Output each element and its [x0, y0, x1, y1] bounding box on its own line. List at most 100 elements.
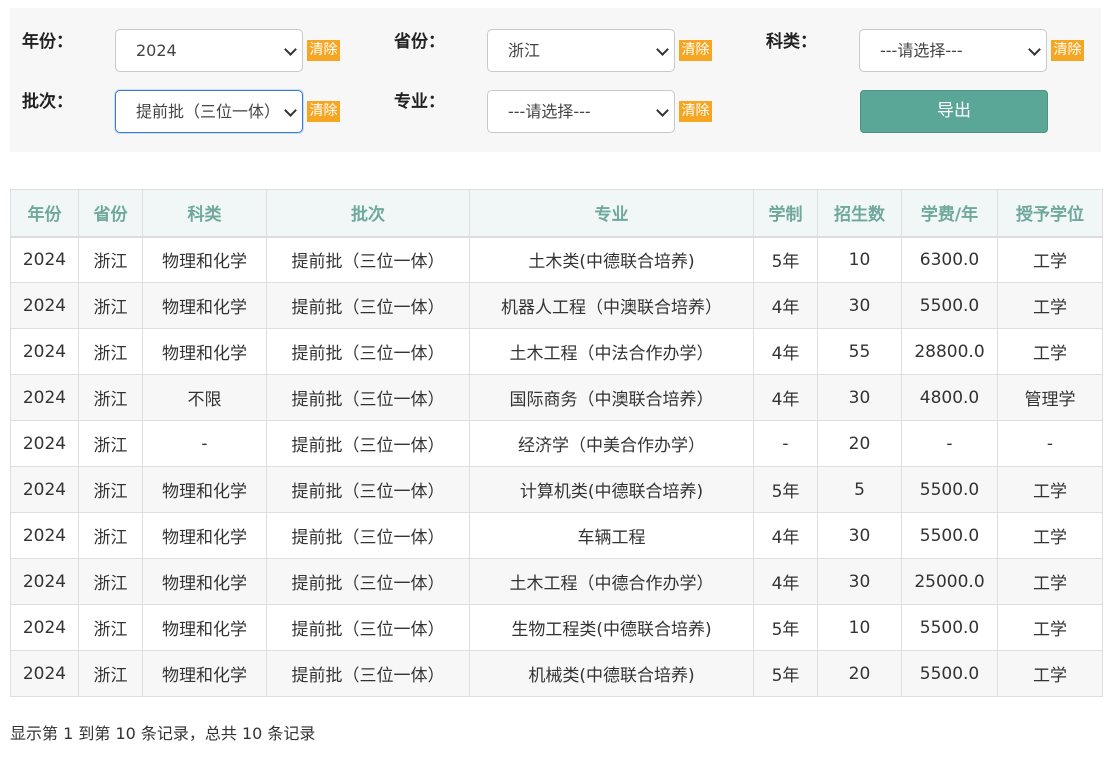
table-cell: 工学	[997, 604, 1103, 651]
table-cell: 5500.0	[901, 512, 998, 559]
table-cell: 提前批（三位一体）	[266, 604, 470, 651]
chevron-down-icon	[284, 43, 297, 56]
major-select-value: ---请选择---	[508, 102, 591, 121]
table-cell: 机械类(中德联合培养)	[469, 650, 754, 697]
table-cell: 土木工程（中德合作办学）	[469, 558, 754, 605]
table-cell: 2024	[10, 650, 79, 697]
major-select[interactable]: ---请选择---	[487, 90, 675, 133]
table-cell: 4年	[753, 558, 818, 605]
subject-select-value: ---请选择---	[880, 41, 963, 60]
major-clear-button[interactable]: 清除	[679, 101, 712, 122]
table-cell: 计算机类(中德联合培养)	[469, 466, 754, 513]
table-cell: 浙江	[78, 420, 143, 467]
table-row: 2024 浙江 物理和化学 提前批（三位一体） 土木工程（中德合作办学） 4年 30 2500…	[10, 558, 1103, 605]
major-label: 专业：	[394, 92, 445, 112]
table-cell: 物理和化学	[142, 236, 267, 283]
table-cell: 工学	[997, 512, 1103, 559]
table-cell: 2024	[10, 512, 79, 559]
table-cell: 物理和化学	[142, 650, 267, 697]
table-row: 2024 浙江 物理和化学 提前批（三位一体） 车辆工程 4年 30 5500.0 工学	[10, 512, 1103, 559]
table-cell: 5500.0	[901, 604, 998, 651]
table-cell: 30	[817, 374, 902, 421]
table-row: 2024 浙江 - 提前批（三位一体） 经济学（中美合作办学） -20- -	[10, 420, 1103, 467]
table-cell: 30	[817, 512, 902, 559]
table-cell: 浙江	[78, 282, 143, 329]
year-label: 年份：	[22, 32, 73, 52]
table-cell: 提前批（三位一体）	[266, 650, 470, 697]
table-cell: 提前批（三位一体）	[266, 466, 470, 513]
table-cell: 工学	[997, 236, 1103, 283]
province-select-value: 浙江	[508, 41, 541, 60]
table-cell: 2024	[10, 466, 79, 513]
table-cell: 30	[817, 282, 902, 329]
column-header-batch[interactable]: 批次	[266, 189, 470, 238]
table-cell: 提前批（三位一体）	[266, 512, 470, 559]
table-cell: 浙江	[78, 650, 143, 697]
table-cell: 物理和化学	[142, 604, 267, 651]
table-cell: 25000.0	[901, 558, 998, 605]
table-cell: 浙江	[78, 466, 143, 513]
table-cell: 5	[817, 466, 902, 513]
province-clear-button[interactable]: 清除	[679, 40, 712, 61]
province-select[interactable]: 浙江	[487, 29, 675, 72]
admission-table: 年份 省份 科类 批次 专业 学制 招生数 学费/年 授予学位 2024 浙江 物理…	[10, 189, 1103, 697]
batch-select-value: 提前批（三位一体）	[136, 102, 281, 121]
year-select[interactable]: 2024	[115, 29, 303, 72]
column-header-enrollment[interactable]: 招生数	[817, 189, 902, 238]
column-header-year[interactable]: 年份	[10, 189, 79, 238]
column-header-province[interactable]: 省份	[78, 189, 143, 238]
table-cell: 物理和化学	[142, 558, 267, 605]
batch-select[interactable]: 提前批（三位一体）	[115, 90, 303, 133]
table-cell: 2024	[10, 420, 79, 467]
column-header-tuition[interactable]: 学费/年	[901, 189, 998, 238]
batch-clear-button[interactable]: 清除	[307, 101, 340, 122]
table-cell: 5500.0	[901, 282, 998, 329]
table-cell: 5500.0	[901, 650, 998, 697]
table-cell: 2024	[10, 328, 79, 375]
column-header-subject[interactable]: 科类	[142, 189, 267, 238]
subject-select[interactable]: ---请选择---	[859, 29, 1047, 72]
table-cell: 浙江	[78, 236, 143, 283]
table-cell: 4年	[753, 282, 818, 329]
table-header-row: 年份 省份 科类 批次 专业 学制 招生数 学费/年 授予学位	[10, 189, 1103, 238]
table-cell: 浙江	[78, 604, 143, 651]
table-cell: 提前批（三位一体）	[266, 282, 470, 329]
table-cell: 28800.0	[901, 328, 998, 375]
table-cell: 提前批（三位一体）	[266, 236, 470, 283]
table-row: 2024 浙江 物理和化学 提前批（三位一体） 土木类(中德联合培养) 5年 10 6300.…	[10, 236, 1103, 283]
table-cell: 物理和化学	[142, 328, 267, 375]
column-header-degree[interactable]: 授予学位	[997, 189, 1103, 238]
table-cell: 5500.0	[901, 466, 998, 513]
table-row: 2024 浙江 物理和化学 提前批（三位一体） 机械类(中德联合培养) 5年 20 5500.…	[10, 650, 1103, 697]
table-row: 2024 浙江 物理和化学 提前批（三位一体） 计算机类(中德联合培养) 5年 5 5500.…	[10, 466, 1103, 513]
table-row: 2024 浙江 物理和化学 提前批（三位一体） 生物工程类(中德联合培养) 5年 10 550…	[10, 604, 1103, 651]
table-row: 2024 浙江 物理和化学 提前批（三位一体） 机器人工程（中澳联合培养） 4年 30 550…	[10, 282, 1103, 329]
table-cell: 20	[817, 420, 902, 467]
table-cell: -	[753, 420, 818, 467]
pagination-summary: 显示第 1 到第 10 条记录，总共 10 条记录	[10, 724, 316, 743]
table-cell: 物理和化学	[142, 466, 267, 513]
table-cell: 物理和化学	[142, 512, 267, 559]
table-cell: 4年	[753, 374, 818, 421]
table-cell: 浙江	[78, 374, 143, 421]
table-cell: 2024	[10, 374, 79, 421]
table-cell: 提前批（三位一体）	[266, 420, 470, 467]
table-cell: 30	[817, 558, 902, 605]
table-cell: 4年	[753, 512, 818, 559]
table-cell: 2024	[10, 558, 79, 605]
table-cell: 物理和化学	[142, 282, 267, 329]
table-cell: 浙江	[78, 512, 143, 559]
subject-label: 科类：	[766, 32, 817, 52]
table-cell: 5年	[753, 466, 818, 513]
table-cell: 机器人工程（中澳联合培养）	[469, 282, 754, 329]
chevron-down-icon	[284, 104, 297, 117]
column-header-major[interactable]: 专业	[469, 189, 754, 238]
table-cell: 工学	[997, 328, 1103, 375]
column-header-duration[interactable]: 学制	[753, 189, 818, 238]
table-cell: 提前批（三位一体）	[266, 374, 470, 421]
table-cell: 不限	[142, 374, 267, 421]
subject-clear-button[interactable]: 清除	[1051, 40, 1084, 61]
export-button[interactable]: 导出	[860, 90, 1048, 133]
year-clear-button[interactable]: 清除	[307, 40, 340, 61]
year-select-value: 2024	[136, 41, 177, 60]
